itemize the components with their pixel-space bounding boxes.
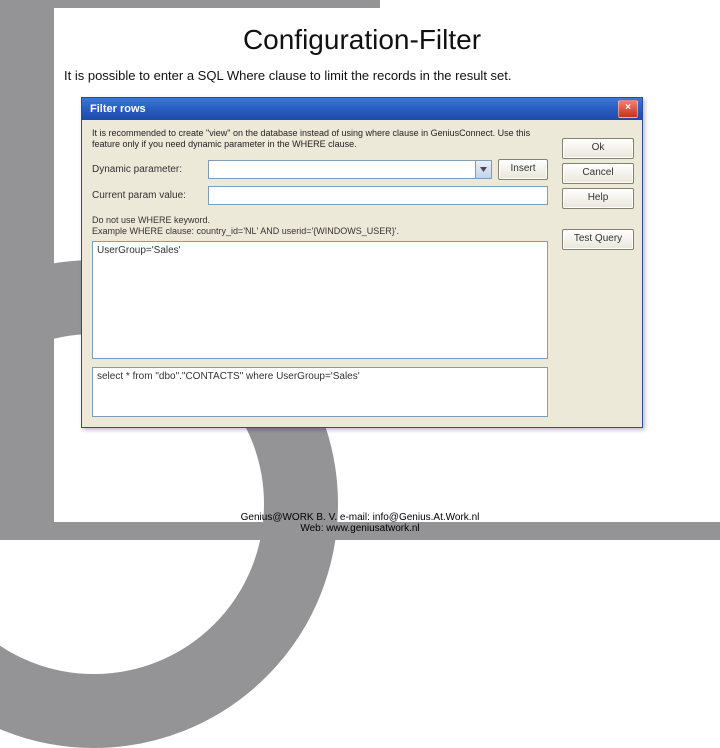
page-title: Configuration-Filter — [64, 24, 660, 56]
dropdown-button[interactable] — [475, 161, 491, 178]
insert-button[interactable]: Insert — [498, 159, 548, 180]
dynamic-parameter-combo[interactable] — [208, 160, 492, 179]
cancel-button[interactable]: Cancel — [562, 163, 634, 184]
footer-line-1: Genius@WORK B. V. e-mail: info@Genius.At… — [0, 512, 720, 523]
dynamic-parameter-label: Dynamic parameter: — [92, 164, 202, 175]
current-param-input[interactable] — [208, 186, 548, 205]
close-button[interactable]: × — [618, 100, 638, 118]
footer-line-2: Web: www.geniusatwork.nl — [0, 523, 720, 534]
query-preview-text: select * from "dbo"."CONTACTS" where Use… — [97, 371, 360, 382]
dialog-title: Filter rows — [90, 103, 146, 115]
test-query-button[interactable]: Test Query — [562, 229, 634, 250]
dialog-hint: It is recommended to create "view" on th… — [92, 128, 548, 151]
where-clause-textarea[interactable]: UserGroup='Sales' — [92, 241, 548, 359]
dialog-titlebar[interactable]: Filter rows × — [82, 98, 642, 120]
close-icon: × — [625, 102, 631, 113]
where-note: Do not use WHERE keyword. Example WHERE … — [92, 215, 548, 238]
query-preview: select * from "dbo"."CONTACTS" where Use… — [92, 367, 548, 417]
page-description: It is possible to enter a SQL Where clau… — [64, 68, 660, 83]
slide-footer: Genius@WORK B. V. e-mail: info@Genius.At… — [0, 512, 720, 534]
filter-dialog: Filter rows × Ok Cancel Help Test Query … — [81, 97, 643, 428]
ok-button[interactable]: Ok — [562, 138, 634, 159]
help-button[interactable]: Help — [562, 188, 634, 209]
chevron-down-icon — [480, 167, 487, 172]
note-line-1: Do not use WHERE keyword. — [92, 215, 548, 226]
where-clause-text: UserGroup='Sales' — [97, 245, 181, 256]
note-line-2: Example WHERE clause: country_id='NL' AN… — [92, 226, 548, 237]
current-param-label: Current param value: — [92, 190, 202, 201]
